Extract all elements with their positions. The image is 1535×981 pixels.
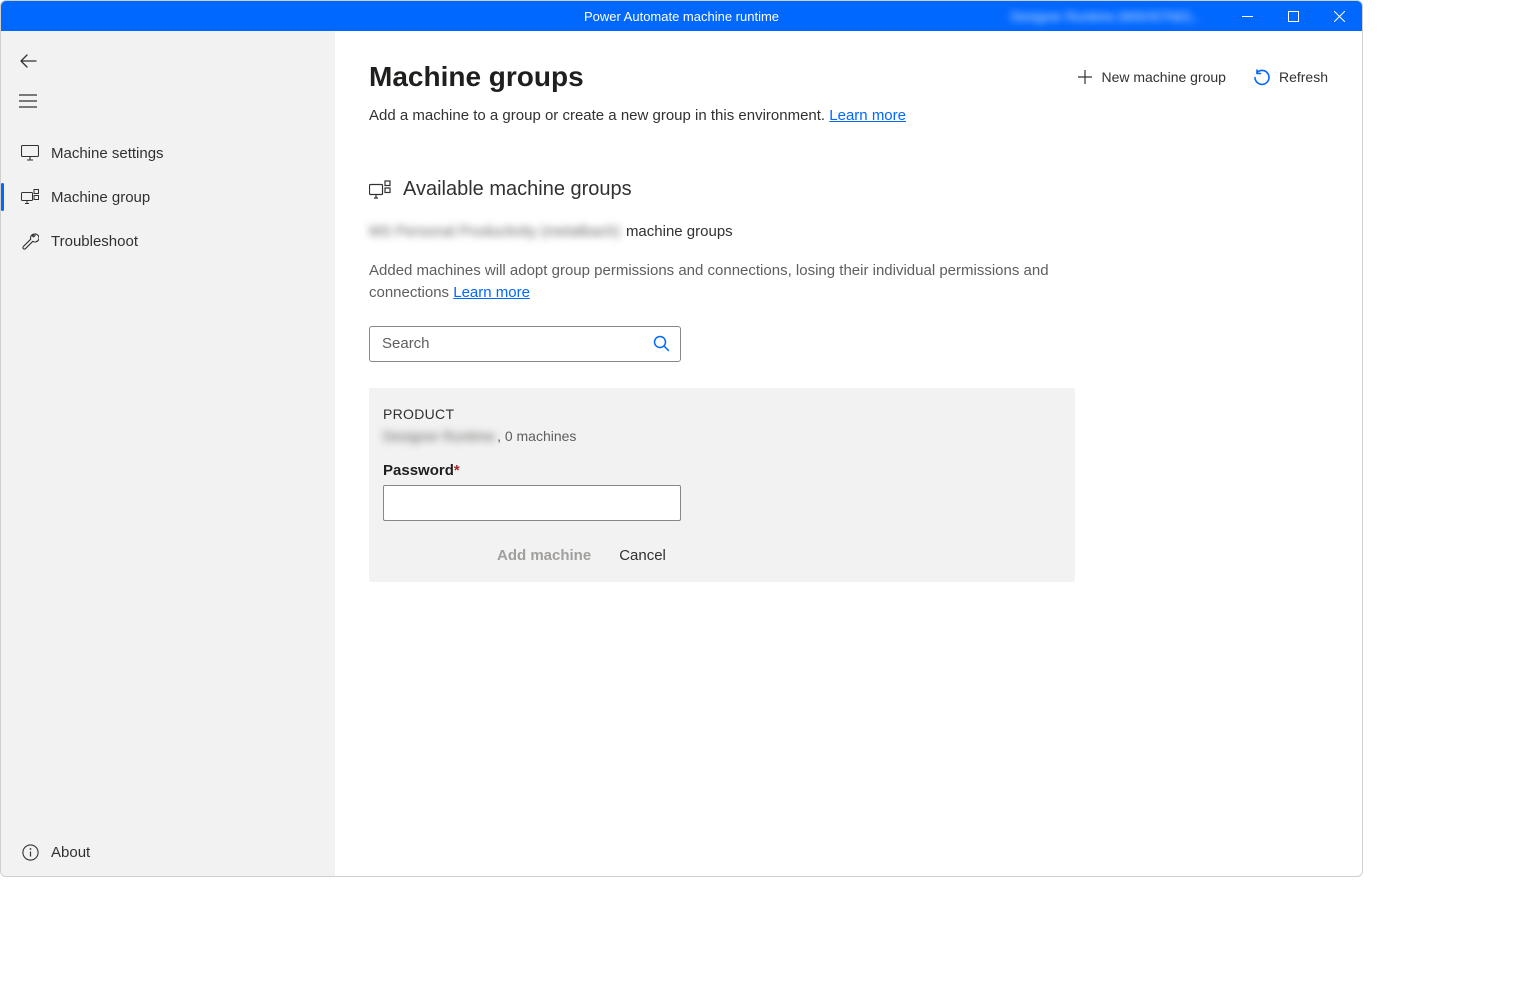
hamburger-button[interactable] (1, 81, 334, 121)
search-box[interactable] (369, 326, 681, 362)
main-header: Machine groups New machine group Refresh (369, 61, 1328, 93)
sidebar-item-troubleshoot[interactable]: Troubleshoot (1, 219, 334, 263)
add-machine-button: Add machine (497, 547, 591, 564)
password-field-wrap[interactable] (383, 485, 681, 521)
environment-name: MS Personal Productivity (metalbach) (369, 223, 620, 240)
monitor-icon (19, 145, 41, 161)
refresh-label: Refresh (1279, 69, 1328, 85)
section-heading-text: Available machine groups (403, 178, 632, 201)
page-subtitle: Add a machine to a group or create a new… (369, 107, 1328, 124)
plus-icon (1077, 69, 1093, 85)
titlebar: Power Automate machine runtime Designer … (1, 1, 1362, 31)
window-title: Power Automate machine runtime (584, 9, 779, 24)
password-input[interactable] (392, 493, 672, 512)
sidebar-item-machine-group[interactable]: Machine group (1, 175, 334, 219)
machine-group-icon (19, 189, 41, 205)
close-icon (1334, 11, 1345, 22)
environment-suffix: machine groups (626, 223, 733, 240)
refresh-button[interactable]: Refresh (1254, 69, 1328, 86)
sidebar-item-label: Machine group (51, 189, 150, 206)
owner-line: Designer Runtime, 0 machines (383, 428, 1061, 444)
required-mark: * (454, 462, 460, 479)
minimize-button[interactable] (1224, 1, 1270, 31)
header-actions: New machine group Refresh (1077, 69, 1328, 86)
sidebar-about[interactable]: About (1, 828, 334, 876)
info-learn-more-link[interactable]: Learn more (453, 284, 530, 301)
titlebar-user-text: Designer Runtime (MSHSTND)... (1011, 9, 1202, 24)
search-input[interactable] (380, 334, 653, 353)
info-icon (19, 844, 41, 861)
new-machine-group-label: New machine group (1101, 69, 1226, 85)
info-text: Added machines will adopt group permissi… (369, 260, 1089, 304)
close-button[interactable] (1316, 1, 1362, 31)
product-card: PRODUCT Designer Runtime, 0 machines Pas… (369, 388, 1075, 582)
maximize-icon (1288, 11, 1299, 22)
back-button[interactable] (1, 41, 334, 81)
main-content: Machine groups New machine group Refresh (335, 31, 1362, 876)
about-label: About (51, 844, 90, 861)
refresh-icon (1254, 69, 1271, 86)
sidebar-item-label: Machine settings (51, 145, 164, 162)
password-label-text: Password (383, 462, 454, 479)
sidebar: Machine settings Machine group Troublesh… (1, 31, 335, 876)
owner-name: Designer Runtime (383, 428, 495, 444)
window-controls (1224, 1, 1362, 31)
back-arrow-icon (19, 52, 37, 70)
available-groups-section: Available machine groups MS Personal Pro… (369, 178, 1328, 582)
section-heading: Available machine groups (369, 178, 1328, 201)
maximize-button[interactable] (1270, 1, 1316, 31)
learn-more-link[interactable]: Learn more (829, 107, 906, 124)
sidebar-item-label: Troubleshoot (51, 233, 138, 250)
page-title: Machine groups (369, 61, 584, 93)
product-label: PRODUCT (383, 406, 1061, 422)
titlebar-user: Designer Runtime (MSHSTND)... (1002, 1, 1202, 31)
search-icon (653, 335, 670, 352)
owner-suffix: , 0 machines (497, 428, 576, 444)
sidebar-item-machine-settings[interactable]: Machine settings (1, 131, 334, 175)
minimize-icon (1242, 11, 1253, 22)
machine-group-section-icon (369, 180, 391, 200)
sidebar-nav: Machine settings Machine group Troublesh… (1, 127, 334, 263)
new-machine-group-button[interactable]: New machine group (1077, 69, 1226, 85)
card-buttons: Add machine Cancel (383, 547, 1061, 564)
sidebar-top (1, 31, 334, 127)
password-label: Password* (383, 462, 1061, 479)
hamburger-icon (19, 94, 37, 108)
app-body: Machine settings Machine group Troublesh… (1, 31, 1362, 876)
app-window: Power Automate machine runtime Designer … (0, 0, 1363, 877)
wrench-icon (19, 232, 41, 250)
cancel-button[interactable]: Cancel (619, 547, 666, 564)
environment-line: MS Personal Productivity (metalbach) mac… (369, 223, 1328, 240)
subtitle-text: Add a machine to a group or create a new… (369, 107, 829, 124)
